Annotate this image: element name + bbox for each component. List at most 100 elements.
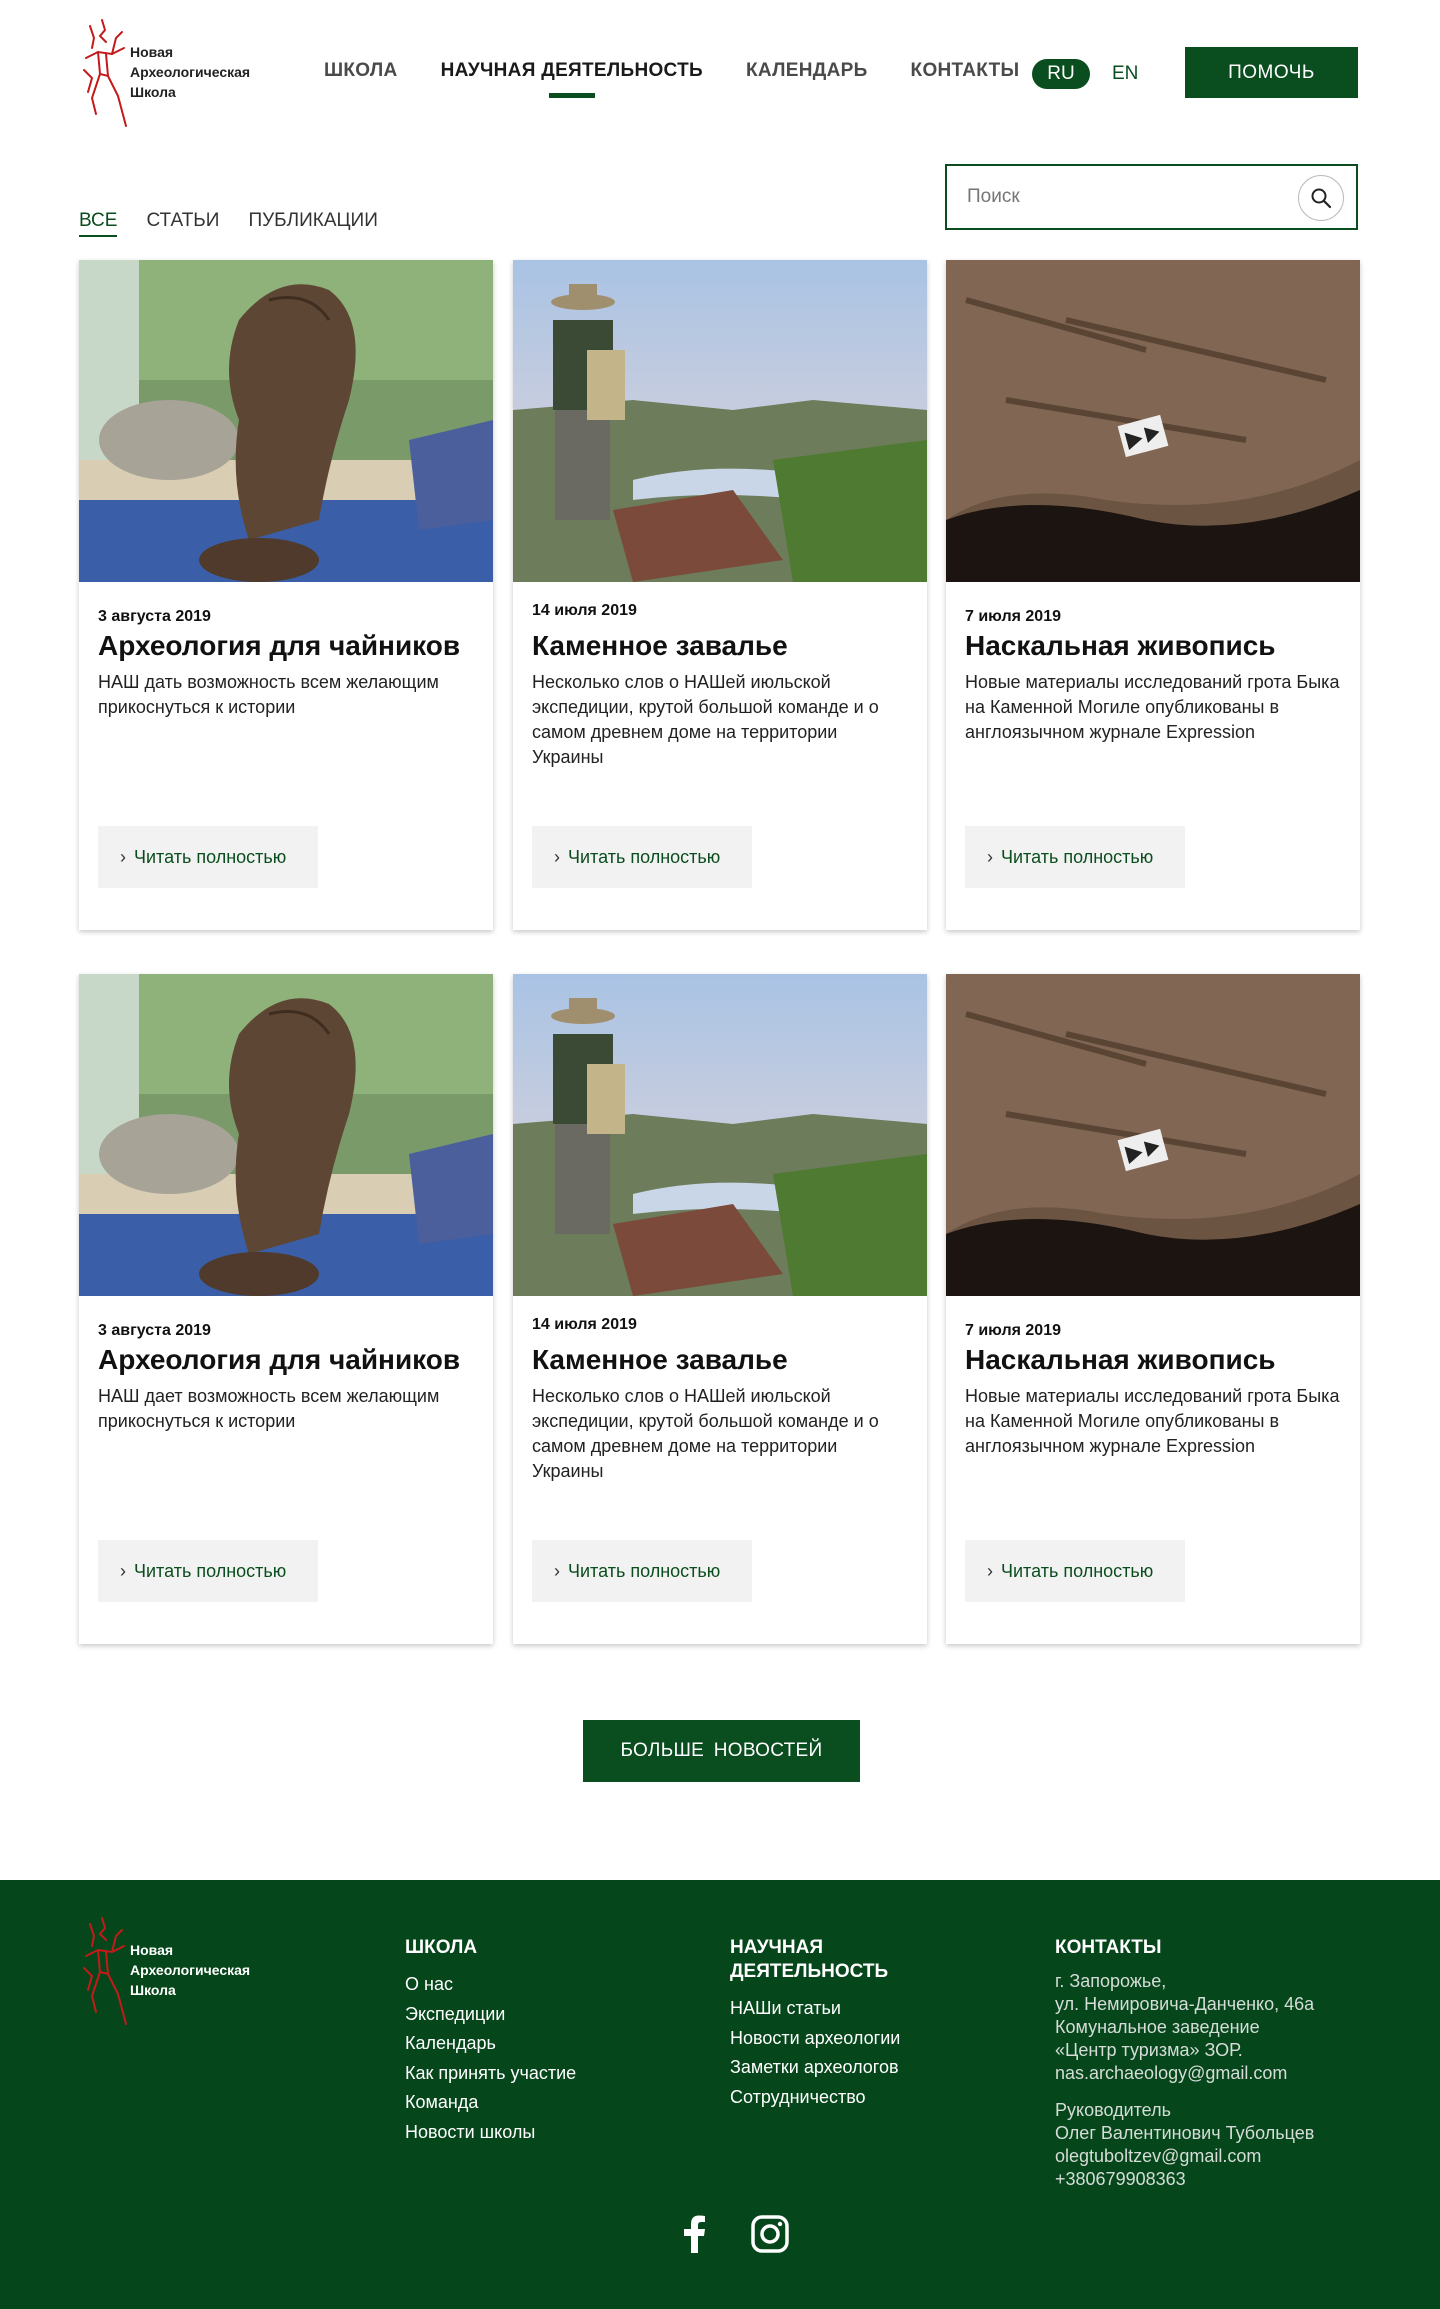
read-more-label: Читать полностью <box>1001 846 1154 867</box>
card-image-rock-art[interactable] <box>946 260 1360 582</box>
footer-link[interactable]: Новости школы <box>405 2118 576 2148</box>
footer-contacts-column: КОНТАКТЫ г. Запорожье, ул. Немировича-Да… <box>1055 1936 1314 2191</box>
read-more-button[interactable]: › Читать полностью <box>98 1540 318 1602</box>
read-more-label: Читать полностью <box>1001 1560 1154 1581</box>
read-more-label: Читать полностью <box>134 846 287 867</box>
site-logo[interactable]: Новая Археологическая Школа <box>78 18 298 130</box>
news-card: 3 августа 2019 Археология для чайников Н… <box>79 260 493 930</box>
footer-link[interactable]: Календарь <box>405 2029 576 2059</box>
read-more-button[interactable]: › Читать полностью <box>532 1540 752 1602</box>
help-button[interactable]: ПОМОЧЬ <box>1185 47 1358 98</box>
nav-item-school[interactable]: ШКОЛА <box>324 60 398 82</box>
card-date: 14 июля 2019 <box>532 602 637 619</box>
language-switcher: RU EN <box>1032 59 1138 89</box>
logo-line: Новая <box>130 1942 174 1958</box>
card-image-hiker-canyon[interactable] <box>513 260 927 582</box>
contact-email[interactable]: nas.archaeology@gmail.com <box>1055 2062 1314 2085</box>
footer-link[interactable]: НАШи статьи <box>730 1994 900 2024</box>
chevron-right-icon: › <box>987 846 993 867</box>
footer-link[interactable]: Экспедиции <box>405 2000 576 2030</box>
news-card: 3 августа 2019 Археология для чайников Н… <box>79 974 493 1644</box>
card-title[interactable]: Каменное завалье <box>532 1344 788 1376</box>
site-header: Новая Археологическая Школа ШКОЛА НАУЧНА… <box>0 0 1440 140</box>
card-title[interactable]: Археология для чайников <box>98 630 460 662</box>
main-nav: ШКОЛА НАУЧНАЯ ДЕЯТЕЛЬНОСТЬ КАЛЕНДАРЬ КОН… <box>324 60 1062 82</box>
card-description: Несколько слов о НАШей июльской экспедиц… <box>532 672 879 767</box>
tab-all[interactable]: ВСЕ <box>79 210 118 237</box>
footer-link[interactable]: Новости археологии <box>730 2024 900 2054</box>
contact-line: Комунальное заведение <box>1055 2017 1260 2037</box>
contact-line: ул. Немировича-Данченко, 46а <box>1055 1994 1315 2014</box>
footer-heading-line: НАУЧНАЯ <box>730 1937 823 1958</box>
chevron-right-icon: › <box>987 1560 993 1581</box>
card-image-clay-pot[interactable] <box>79 260 493 582</box>
card-title[interactable]: Археология для чайников <box>98 1344 460 1376</box>
read-more-label: Читать полностью <box>134 1560 287 1581</box>
card-date: 7 июля 2019 <box>965 608 1061 625</box>
nav-item-calendar[interactable]: КАЛЕНДАРЬ <box>746 60 868 82</box>
card-date: 7 июля 2019 <box>965 1322 1061 1339</box>
read-more-button[interactable]: › Читать полностью <box>532 826 752 888</box>
contact-line: г. Запорожье, <box>1055 1971 1167 1991</box>
social-links <box>674 2214 790 2254</box>
lang-ru-button[interactable]: RU <box>1032 59 1090 89</box>
footer-heading: ШКОЛА <box>405 1937 478 1958</box>
search-input[interactable] <box>967 180 1267 214</box>
logo-line: Археологическая <box>130 64 251 80</box>
card-description: Новые материалы исследований грота Быка … <box>965 1386 1340 1456</box>
card-description: НАШ дает возможность всем желающим прико… <box>98 1386 440 1431</box>
card-title[interactable]: Наскальная живопись <box>965 630 1275 662</box>
footer-link[interactable]: О нас <box>405 1970 576 2000</box>
contact-email[interactable]: olegtuboltzev@gmail.com <box>1055 2145 1314 2168</box>
contact-line: Руководитель <box>1055 2100 1171 2120</box>
read-more-button[interactable]: › Читать полностью <box>98 826 318 888</box>
read-more-label: Читать полностью <box>568 846 721 867</box>
news-card: 14 июля 2019 Каменное завалье Несколько … <box>513 974 927 1644</box>
read-more-label: Читать полностью <box>568 1560 721 1581</box>
site-footer: Новая Археологическая Школа ШКОЛА О нас … <box>0 1880 1440 2309</box>
nav-item-contacts[interactable]: КОНТАКТЫ <box>911 60 1020 82</box>
search-box <box>945 164 1358 230</box>
card-date: 3 августа 2019 <box>98 1322 211 1339</box>
facebook-icon[interactable] <box>674 2214 714 2254</box>
logo-line: Школа <box>130 1982 176 1998</box>
instagram-icon[interactable] <box>750 2214 790 2254</box>
logo-text: Новая Археологическая Школа <box>130 42 250 102</box>
search-icon[interactable] <box>1298 175 1344 221</box>
footer-link[interactable]: Заметки археологов <box>730 2053 900 2083</box>
footer-science-column: НАУЧНАЯ ДЕЯТЕЛЬНОСТЬ НАШи статьи Новости… <box>730 1936 900 2112</box>
card-date: 3 августа 2019 <box>98 608 211 625</box>
card-description: Несколько слов о НАШей июльской экспедиц… <box>532 1386 879 1481</box>
card-image-clay-pot[interactable] <box>79 974 493 1296</box>
contact-phone[interactable]: +380679908363 <box>1055 2168 1314 2191</box>
logo-line: Новая <box>130 44 174 60</box>
contact-line: «Центр туризма» ЗОР. <box>1055 2040 1243 2060</box>
card-description: НАШ дать возможность всем желающим прико… <box>98 672 439 717</box>
card-title[interactable]: Каменное завалье <box>532 630 788 662</box>
news-card: 7 июля 2019 Наскальная живопись Новые ма… <box>946 974 1360 1644</box>
card-title[interactable]: Наскальная живопись <box>965 1344 1275 1376</box>
card-description: Новые материалы исследований грота Быка … <box>965 672 1340 742</box>
lang-en-button[interactable]: EN <box>1112 63 1138 85</box>
logo-text: Новая Археологическая Школа <box>130 1940 250 2000</box>
footer-heading: НАУЧНАЯ ДЕЯТЕЛЬНОСТЬ <box>730 1936 900 1984</box>
chevron-right-icon: › <box>120 1560 126 1581</box>
tab-publications[interactable]: ПУБЛИКАЦИИ <box>248 210 377 232</box>
footer-logo[interactable]: Новая Археологическая Школа <box>78 1916 298 2028</box>
footer-link[interactable]: Команда <box>405 2088 576 2118</box>
chevron-right-icon: › <box>554 846 560 867</box>
logo-line: Школа <box>130 84 176 100</box>
contact-address: г. Запорожье, ул. Немировича-Данченко, 4… <box>1055 1970 1314 2085</box>
read-more-button[interactable]: › Читать полностью <box>965 1540 1185 1602</box>
card-image-hiker-canyon[interactable] <box>513 974 927 1296</box>
tab-articles[interactable]: СТАТЬИ <box>146 210 219 232</box>
contact-head: Руководитель Олег Валентинович Тубольцев… <box>1055 2099 1314 2191</box>
footer-link[interactable]: Как принять участие <box>405 2059 576 2089</box>
read-more-button[interactable]: › Читать полностью <box>965 826 1185 888</box>
chevron-right-icon: › <box>554 1560 560 1581</box>
footer-link[interactable]: Сотрудничество <box>730 2083 900 2113</box>
more-news-button[interactable]: БОЛЬШЕ НОВОСТЕЙ <box>583 1720 860 1782</box>
footer-heading: КОНТАКТЫ <box>1055 1937 1162 1958</box>
nav-item-science[interactable]: НАУЧНАЯ ДЕЯТЕЛЬНОСТЬ <box>441 60 703 82</box>
card-image-rock-art[interactable] <box>946 974 1360 1296</box>
